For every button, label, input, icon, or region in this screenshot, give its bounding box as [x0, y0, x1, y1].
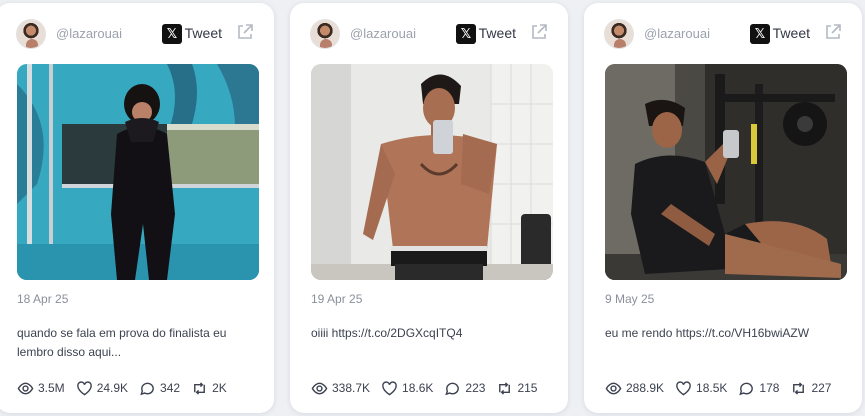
tweet-link-label[interactable]: Tweet: [479, 25, 516, 41]
author-handle[interactable]: @lazarouai: [644, 26, 710, 41]
retweets-stat[interactable]: 227: [790, 380, 831, 397]
views-count: 288.9K: [626, 381, 665, 395]
tweet-media-image[interactable]: [311, 64, 553, 280]
tweet-media-image[interactable]: [17, 64, 259, 280]
heart-icon: [382, 380, 397, 395]
external-link-icon[interactable]: [530, 23, 548, 41]
likes-count: 18.5K: [696, 381, 728, 395]
retweets-count: 215: [517, 381, 538, 395]
tweet-link-label[interactable]: Tweet: [185, 25, 222, 41]
heart-icon: [76, 380, 92, 395]
author-handle[interactable]: @lazarouai: [350, 26, 416, 41]
likes-count: 18.6K: [402, 381, 434, 395]
replies-stat[interactable]: 178: [738, 380, 779, 397]
retweets-count: 227: [811, 381, 832, 395]
tweet-date: 19 Apr 25: [311, 292, 363, 306]
replies-count: 223: [465, 381, 486, 395]
tweet-card[interactable]: @lazarouai 𝕏 Tweet 19 Apr 25 oiiii https…: [290, 3, 568, 413]
avatar[interactable]: [16, 19, 46, 49]
tweet-link-label[interactable]: Tweet: [773, 25, 810, 41]
retweets-stat[interactable]: 215: [496, 380, 537, 397]
tweet-text: oiiii https://t.co/2DGXcqITQ4: [311, 326, 463, 340]
likes-count: 24.9K: [96, 381, 129, 395]
retweets-count: 2K: [212, 381, 227, 395]
eye-icon: [605, 382, 622, 394]
tweet-text: eu me rendo https://t.co/VH16bwiAZW: [605, 326, 810, 340]
author-handle[interactable]: @lazarouai: [56, 26, 122, 41]
reply-icon: [739, 382, 754, 395]
tweet-stats: 288.9K 18.5K 178 227: [605, 379, 842, 397]
views-count: 338.7K: [332, 381, 371, 395]
retweet-icon: [499, 381, 511, 395]
replies-count: 178: [759, 381, 780, 395]
replies-count: 342: [160, 381, 181, 395]
x-logo-icon: 𝕏: [456, 24, 476, 44]
x-logo-icon: 𝕏: [750, 24, 770, 44]
external-link-icon[interactable]: [824, 23, 842, 41]
eye-icon: [311, 382, 328, 394]
views-stat: 3.5M: [17, 380, 65, 397]
tweet-card-header: @lazarouai 𝕏 Tweet: [310, 17, 552, 51]
tweet-card-header: @lazarouai 𝕏 Tweet: [604, 17, 846, 51]
tweet-stats: 338.7K 18.6K 223 215: [311, 379, 548, 397]
likes-stat[interactable]: 18.5K: [675, 380, 727, 397]
retweet-icon: [194, 381, 206, 395]
tweet-card[interactable]: @lazarouai 𝕏 Tweet 18 Apr 25 quando se f…: [0, 3, 274, 413]
tweet-text: quando se fala em prova do finalista eu …: [17, 326, 227, 359]
likes-stat[interactable]: 24.9K: [76, 380, 128, 397]
external-link-icon[interactable]: [236, 23, 254, 41]
tweet-card[interactable]: @lazarouai 𝕏 Tweet 9 May 25 eu me rendo …: [584, 3, 862, 413]
views-stat: 338.7K: [311, 380, 370, 397]
tweet-date: 9 May 25: [605, 292, 655, 306]
tweet-media-image[interactable]: [605, 64, 847, 280]
views-stat: 288.9K: [605, 380, 664, 397]
tweet-date: 18 Apr 25: [17, 292, 69, 306]
reply-icon: [140, 382, 154, 395]
replies-stat[interactable]: 342: [139, 380, 180, 397]
avatar[interactable]: [604, 19, 634, 49]
heart-icon: [676, 380, 691, 395]
tweet-card-header: @lazarouai 𝕏 Tweet: [16, 17, 258, 51]
reply-icon: [445, 382, 460, 395]
tweet-stats: 3.5M 24.9K 342 2K: [17, 379, 238, 397]
retweets-stat[interactable]: 2K: [191, 380, 227, 397]
likes-stat[interactable]: 18.6K: [381, 380, 433, 397]
eye-icon: [17, 382, 34, 394]
retweet-icon: [793, 381, 805, 395]
x-logo-icon: 𝕏: [162, 24, 182, 44]
views-count: 3.5M: [38, 381, 65, 395]
replies-stat[interactable]: 223: [444, 380, 485, 397]
avatar[interactable]: [310, 19, 340, 49]
